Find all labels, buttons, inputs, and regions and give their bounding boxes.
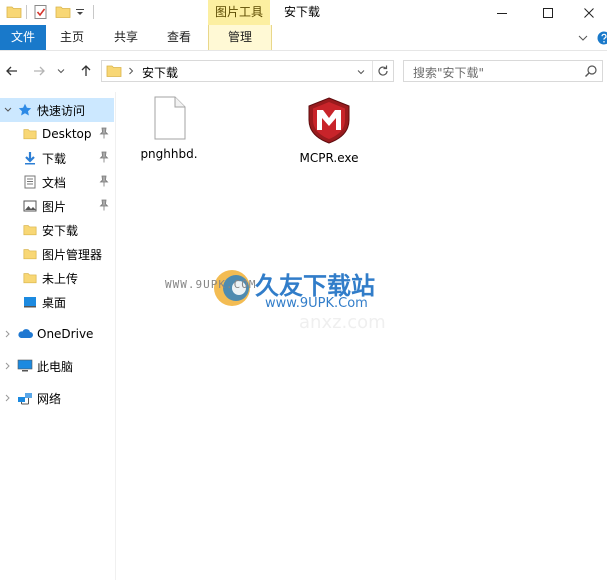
nav-label: OneDrive (37, 327, 94, 341)
search-icon[interactable] (584, 64, 598, 78)
network-icon (17, 390, 33, 406)
watermark-url-left: WWW.9UPK.COM (165, 278, 257, 291)
chevron-down-icon (57, 69, 65, 74)
properties-icon[interactable] (33, 4, 49, 20)
nav-label: 桌面 (42, 295, 67, 310)
pin-icon[interactable] (98, 199, 110, 211)
nav-label: 图片管理器 (42, 247, 103, 262)
address-history-dropdown-icon[interactable] (356, 67, 366, 77)
back-button[interactable] (0, 56, 24, 86)
breadcrumb-separator-icon[interactable] (127, 67, 135, 75)
pin-icon[interactable] (98, 127, 110, 139)
folder-icon (22, 126, 38, 142)
document-icon (22, 174, 38, 190)
cloud-icon (17, 326, 33, 342)
nav-item-documents[interactable]: 文档 (0, 170, 114, 194)
tab-file[interactable]: 文件 (0, 25, 46, 50)
nav-item-anxiazai[interactable]: 安下载 (0, 218, 114, 242)
nav-network[interactable]: 网络 (0, 386, 114, 410)
minimize-icon (497, 12, 507, 14)
close-icon (584, 7, 594, 18)
tab-manage[interactable]: 管理 (208, 25, 272, 50)
mcafee-shield-icon (308, 97, 350, 144)
tab-home[interactable]: 主页 (48, 25, 96, 50)
folder-icon (22, 222, 38, 238)
address-bar[interactable]: 安下载 (101, 60, 394, 82)
nav-this-pc[interactable]: 此电脑 (0, 354, 114, 378)
close-button[interactable] (571, 0, 607, 25)
nav-quick-access[interactable]: 快速访问 (0, 98, 114, 122)
file-item[interactable]: MCPR.exe (284, 96, 374, 165)
nav-label: 下载 (42, 151, 67, 166)
nav-label: 安下载 (42, 223, 79, 238)
arrow-right-icon (34, 66, 45, 76)
nav-onedrive[interactable]: OneDrive (0, 322, 114, 346)
address-row: 安下载 搜索"安下载" (0, 56, 607, 86)
folder-icon (22, 270, 38, 286)
desktop-icon (22, 294, 38, 310)
maximize-button[interactable] (525, 0, 571, 25)
folder-icon (106, 65, 122, 77)
navigation-pane: 快速访问 Desktop 下载 文档 图片 安下载 图片管理器 未上传 桌面 O… (0, 92, 116, 580)
nav-label: Desktop (42, 127, 92, 141)
nav-item-downloads[interactable]: 下载 (0, 146, 114, 170)
watermark: WWW.9UPK.COM 久友下载站 www.9UPK.Com anxz.com (165, 246, 410, 336)
file-list-area[interactable] (116, 92, 607, 580)
nav-label: 图片 (42, 199, 67, 214)
watermark-url-right: www.9UPK.Com (265, 296, 368, 311)
nav-label: 快速访问 (37, 103, 86, 118)
expand-arrow-icon[interactable] (4, 106, 12, 114)
star-icon (17, 102, 33, 118)
window-title: 安下载 (284, 5, 321, 19)
search-input[interactable]: 搜索"安下载" (403, 60, 603, 82)
arrow-up-icon (81, 65, 91, 76)
nav-item-desktop[interactable]: Desktop (0, 122, 114, 146)
nav-label: 未上传 (42, 271, 79, 286)
minimize-button[interactable] (479, 0, 525, 25)
tab-view[interactable]: 查看 (156, 25, 202, 50)
file-name: MCPR.exe (299, 151, 359, 165)
forward-button[interactable] (27, 56, 51, 86)
recent-locations-button[interactable] (52, 56, 70, 86)
expand-arrow-icon[interactable] (4, 394, 12, 402)
blank-file-icon (154, 96, 186, 140)
watermark-ghost-text: anxz.com (299, 312, 386, 333)
nav-item-pictures[interactable]: 图片 (0, 194, 114, 218)
nav-item-picture-manager[interactable]: 图片管理器 (0, 242, 114, 266)
title-bar: 图片工具 安下载 (0, 0, 607, 25)
file-name: pnghhbd. (140, 147, 198, 161)
expand-ribbon-icon[interactable] (578, 33, 588, 43)
computer-icon (17, 358, 33, 374)
customize-toolbar-icon[interactable] (75, 8, 85, 18)
nav-label: 此电脑 (37, 359, 74, 374)
pin-icon[interactable] (98, 151, 110, 163)
folder-icon (22, 246, 38, 262)
file-item[interactable]: pnghhbd. (124, 96, 214, 161)
maximize-icon (543, 7, 553, 18)
nav-item-not-uploaded[interactable]: 未上传 (0, 266, 114, 290)
search-placeholder: 搜索"安下载" (413, 66, 485, 80)
new-folder-icon[interactable] (55, 4, 71, 20)
refresh-icon[interactable] (376, 64, 390, 78)
expand-arrow-icon[interactable] (4, 362, 12, 370)
expand-arrow-icon[interactable] (4, 330, 12, 338)
help-icon[interactable] (596, 31, 607, 45)
nav-label: 文档 (42, 175, 67, 190)
nav-item-desktop-cn[interactable]: 桌面 (0, 290, 114, 314)
pin-icon[interactable] (98, 175, 110, 187)
tab-share[interactable]: 共享 (102, 25, 150, 50)
picture-tools-context-label: 图片工具 (208, 0, 270, 25)
arrow-left-icon (6, 66, 17, 76)
ribbon-tabs: 文件 主页 共享 查看 管理 (0, 25, 607, 51)
nav-label: 网络 (37, 391, 62, 406)
up-button[interactable] (74, 56, 98, 86)
folder-icon (6, 6, 22, 18)
breadcrumb-current[interactable]: 安下载 (142, 64, 178, 81)
download-icon (22, 150, 38, 166)
picture-icon (22, 198, 38, 214)
